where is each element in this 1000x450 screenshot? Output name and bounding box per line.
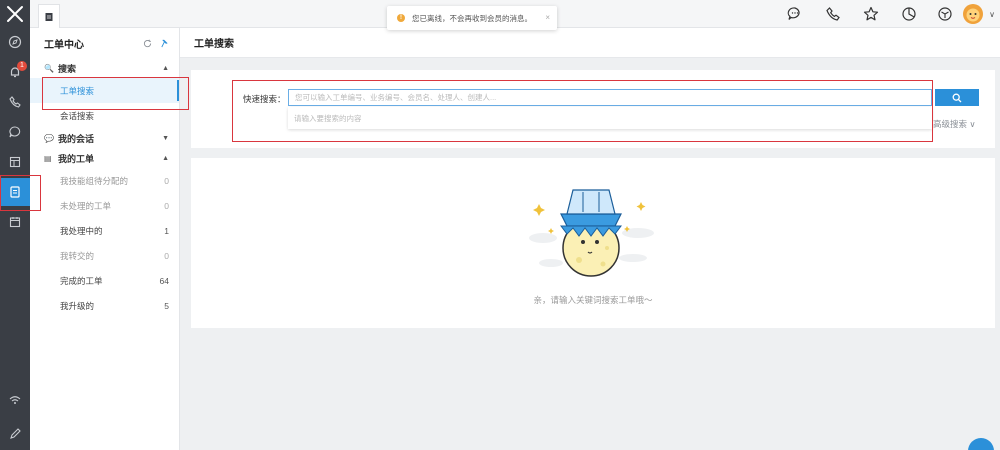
calendar-icon bbox=[9, 217, 21, 228]
offline-toast: ! 您已离线，不会再收到会员的消息。 × bbox=[387, 6, 557, 30]
rail-phone[interactable] bbox=[0, 88, 30, 116]
empty-state-illustration bbox=[529, 189, 654, 277]
phone-icon bbox=[9, 96, 21, 108]
star-icon bbox=[863, 6, 879, 21]
group-search-label: 搜索 bbox=[58, 63, 77, 74]
search-icon bbox=[952, 93, 962, 102]
cube-icon bbox=[938, 7, 952, 21]
sidebar-item-skill-group-pending[interactable]: 我技能组待分配的 0 bbox=[30, 168, 179, 193]
sidebar-item-label: 我升级的 bbox=[60, 300, 95, 311]
item-count: 1 bbox=[164, 225, 169, 236]
rail-chat[interactable] bbox=[0, 118, 30, 146]
group-my-tickets[interactable]: ▤ 我的工单 ▲ bbox=[30, 148, 179, 168]
wifi-icon bbox=[9, 396, 21, 404]
chat-icon bbox=[787, 7, 800, 20]
sidebar-item-in-progress[interactable]: 我处理中的 1 bbox=[30, 218, 179, 243]
rail-network[interactable] bbox=[0, 386, 30, 414]
search-button[interactable] bbox=[935, 89, 979, 106]
toast-close-icon[interactable]: × bbox=[545, 13, 550, 22]
sidebar-item-label: 我技能组待分配的 bbox=[60, 175, 129, 186]
avatar-menu-chevron[interactable]: ∨ bbox=[986, 5, 998, 23]
toast-message: 您已离线，不会再收到会员的消息。 bbox=[412, 13, 532, 23]
item-count: 0 bbox=[164, 250, 169, 261]
annotation-box-quick-search bbox=[232, 80, 933, 142]
group-my-sessions-label: 我的会话 bbox=[58, 133, 95, 144]
chevron-down-icon: ▼ bbox=[162, 134, 169, 142]
search-icon: 🔍 bbox=[44, 63, 54, 73]
chevron-up-icon: ▲ bbox=[162, 64, 169, 72]
sidebar-item-transferred[interactable]: 我转交的 0 bbox=[30, 243, 179, 268]
warning-icon: ! bbox=[397, 14, 405, 22]
top-phone-button[interactable] bbox=[824, 5, 842, 23]
user-avatar[interactable] bbox=[962, 3, 984, 25]
page-title: 工单搜索 bbox=[180, 28, 1000, 58]
rail-calendar-grid[interactable] bbox=[0, 148, 30, 176]
item-count: 0 bbox=[164, 175, 169, 186]
empty-state-text: 亲，请输入关键词搜索工单哦～ bbox=[533, 295, 653, 305]
chevron-up-icon: ▲ bbox=[162, 154, 169, 162]
chat-icon bbox=[9, 126, 21, 138]
sidebar-item-escalated[interactable]: 我升级的 5 bbox=[30, 293, 179, 318]
sidebar-item-label: 未处理的工单 bbox=[60, 200, 112, 211]
compass-icon bbox=[8, 35, 22, 49]
notification-badge: 1 bbox=[17, 61, 27, 71]
top-stats-button[interactable] bbox=[900, 5, 918, 23]
calendar-grid-icon bbox=[9, 156, 21, 168]
rail-notifications[interactable]: 1 bbox=[0, 58, 30, 86]
advanced-search-link[interactable]: 高级搜索 ∨ bbox=[933, 118, 976, 130]
document-icon bbox=[45, 12, 53, 21]
item-count: 64 bbox=[159, 275, 169, 286]
sidebar-item-unprocessed[interactable]: 未处理的工单 0 bbox=[30, 193, 179, 218]
sidebar-item-label: 我转交的 bbox=[60, 250, 95, 261]
sidebar-item-label: 会话搜索 bbox=[60, 110, 95, 121]
pin-icon[interactable] bbox=[160, 39, 169, 48]
top-chat-button[interactable] bbox=[786, 5, 804, 23]
sidebar-item-completed[interactable]: 完成的工单 64 bbox=[30, 268, 179, 293]
group-search[interactable]: 🔍 搜索 ▲ bbox=[30, 58, 179, 78]
annotation-box-rail-ticket bbox=[0, 175, 41, 211]
sidebar-item-label: 完成的工单 bbox=[60, 275, 103, 286]
result-panel: 亲，请输入关键词搜索工单哦～ bbox=[191, 158, 995, 328]
floating-help-button[interactable] bbox=[968, 438, 994, 450]
rail-calendar[interactable] bbox=[0, 208, 30, 236]
chat-bubble-icon: 💬 bbox=[44, 133, 54, 143]
list-icon: ▤ bbox=[44, 153, 52, 163]
top-favorites-button[interactable] bbox=[862, 5, 880, 23]
open-tab[interactable] bbox=[38, 4, 60, 28]
rail-compass[interactable] bbox=[0, 28, 30, 56]
x-logo-icon bbox=[7, 6, 23, 22]
avatar bbox=[963, 4, 983, 24]
group-my-sessions[interactable]: 💬 我的会话 ▼ bbox=[30, 128, 179, 148]
item-count: 5 bbox=[164, 300, 169, 311]
pencil-icon bbox=[10, 428, 21, 439]
rail-edit[interactable] bbox=[0, 420, 30, 448]
sidebar-title: 工单中心 bbox=[44, 39, 84, 51]
pie-chart-icon bbox=[902, 7, 916, 21]
annotation-box-ticket-search bbox=[42, 77, 189, 110]
sidebar-item-label: 我处理中的 bbox=[60, 225, 103, 236]
app-rail: 1 bbox=[0, 0, 30, 450]
top-apps-button[interactable] bbox=[936, 5, 954, 23]
sidebar-header: 工单中心 bbox=[30, 28, 179, 58]
app-logo[interactable] bbox=[0, 0, 30, 28]
phone-icon bbox=[826, 7, 840, 21]
item-count: 0 bbox=[164, 200, 169, 211]
refresh-icon[interactable] bbox=[143, 39, 152, 48]
group-my-tickets-label: 我的工单 bbox=[58, 153, 95, 164]
